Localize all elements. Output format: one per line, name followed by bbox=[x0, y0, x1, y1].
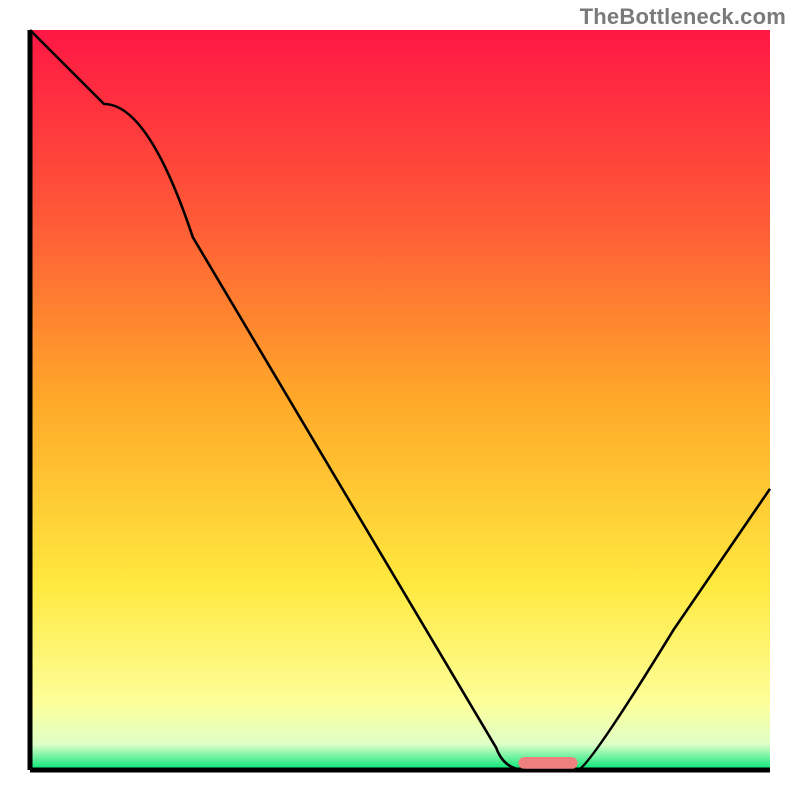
watermark-text: TheBottleneck.com bbox=[580, 4, 786, 30]
chart-container: TheBottleneck.com bbox=[0, 0, 800, 800]
bottleneck-chart bbox=[0, 0, 800, 800]
plot-background bbox=[30, 30, 770, 770]
optimal-marker bbox=[518, 757, 577, 769]
